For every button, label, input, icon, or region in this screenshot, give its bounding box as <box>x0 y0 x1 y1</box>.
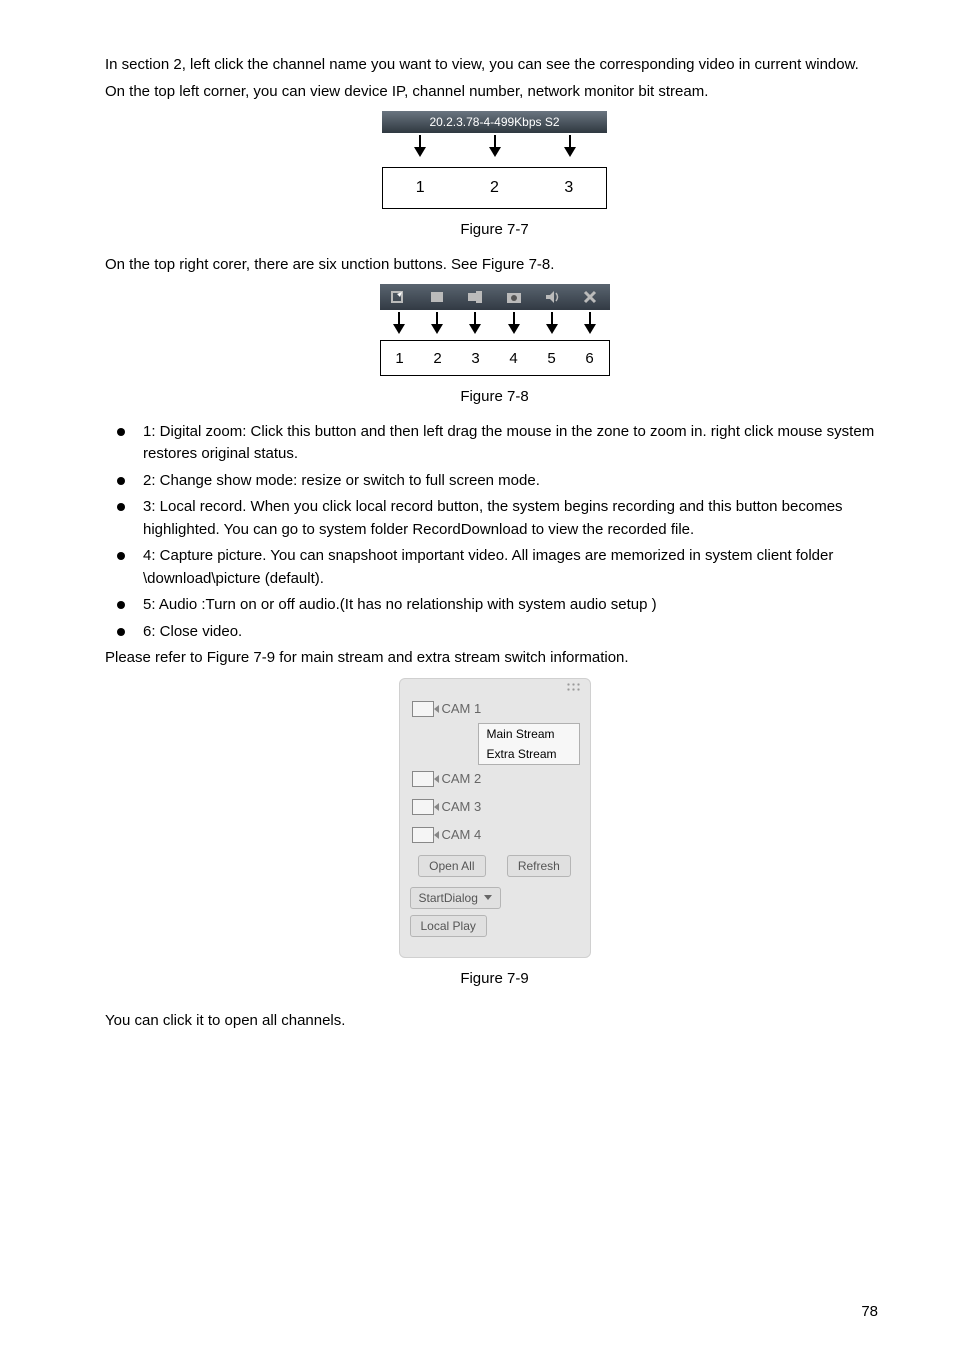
callout-number: 2 <box>490 179 499 197</box>
camera-icon <box>412 771 434 787</box>
channel-item-cam4[interactable]: CAM 4 <box>400 821 590 849</box>
panel-grip <box>400 679 590 695</box>
grip-icon <box>566 682 580 692</box>
record-icon <box>466 288 484 306</box>
arrows-row <box>382 133 607 167</box>
capture-icon <box>505 288 523 306</box>
stream-info-header: 20.2.3.78-4-499Kbps S2 <box>382 111 607 133</box>
paragraph: Please refer to Figure 7-9 for main stre… <box>105 647 884 670</box>
paragraph: In section 2, left click the channel nam… <box>105 54 884 77</box>
callout-number: 3 <box>564 179 573 197</box>
open-all-button[interactable]: Open All <box>418 855 485 877</box>
channel-item-cam1[interactable]: CAM 1 <box>400 695 590 723</box>
channel-item-cam3[interactable]: CAM 3 <box>400 793 590 821</box>
callout-number: 6 <box>585 350 593 367</box>
list-item: 3: Local record. When you click local re… <box>105 496 884 541</box>
menu-item-extra-stream[interactable]: Extra Stream <box>479 744 579 764</box>
arrows-row <box>380 310 610 340</box>
figure-caption: Figure 7-7 <box>105 219 884 242</box>
camera-icon <box>412 701 434 717</box>
figure-7-8: 1 2 3 4 5 6 <box>105 284 884 376</box>
figure-7-7: 20.2.3.78-4-499Kbps S2 1 2 3 <box>105 111 884 209</box>
callout-number: 1 <box>416 179 425 197</box>
audio-icon <box>543 288 561 306</box>
list-item: 4: Capture picture. You can snapshoot im… <box>105 545 884 590</box>
bullet-list: 1: Digital zoom: Click this button and t… <box>105 421 884 644</box>
paragraph: On the top left corner, you can view dev… <box>105 81 884 104</box>
number-row: 1 2 3 <box>382 167 607 209</box>
chevron-down-icon <box>484 895 492 900</box>
camera-icon <box>412 827 434 843</box>
zoom-icon <box>390 288 408 306</box>
channel-label: CAM 4 <box>442 827 482 842</box>
panel-button-row: Open All Refresh <box>400 849 590 881</box>
refresh-button[interactable]: Refresh <box>507 855 571 877</box>
figure-caption: Figure 7-9 <box>105 968 884 991</box>
callout-number: 3 <box>471 350 479 367</box>
list-item: 2: Change show mode: resize or switch to… <box>105 470 884 493</box>
paragraph: You can click it to open all channels. <box>105 1010 884 1033</box>
menu-item-main-stream[interactable]: Main Stream <box>479 724 579 744</box>
list-item: 5: Audio :Turn on or off audio.(It has n… <box>105 594 884 617</box>
channel-label: CAM 1 <box>442 701 482 716</box>
channel-label: CAM 3 <box>442 799 482 814</box>
select-label: StartDialog <box>419 891 478 905</box>
callout-number: 5 <box>547 350 555 367</box>
list-item: 6: Close video. <box>105 621 884 644</box>
camera-icon <box>412 799 434 815</box>
callout-number: 4 <box>509 350 517 367</box>
paragraph: On the top right corer, there are six un… <box>105 254 884 277</box>
stream-submenu: Main Stream Extra Stream <box>478 723 580 765</box>
number-row: 1 2 3 4 5 6 <box>380 340 610 376</box>
callout-number: 1 <box>395 350 403 367</box>
close-icon <box>581 288 599 306</box>
start-dialog-select[interactable]: StartDialog <box>410 887 590 909</box>
show-mode-icon <box>428 288 446 306</box>
button-toolbar <box>380 284 610 310</box>
figure-caption: Figure 7-8 <box>105 386 884 409</box>
channel-label: CAM 2 <box>442 771 482 786</box>
channel-item-cam2[interactable]: CAM 2 <box>400 765 590 793</box>
channel-panel: CAM 1 Main Stream Extra Stream CAM 2 CAM… <box>399 678 591 958</box>
list-item: 1: Digital zoom: Click this button and t… <box>105 421 884 466</box>
local-play-button[interactable]: Local Play <box>410 915 487 937</box>
page-number: 78 <box>861 1303 878 1320</box>
callout-number: 2 <box>433 350 441 367</box>
